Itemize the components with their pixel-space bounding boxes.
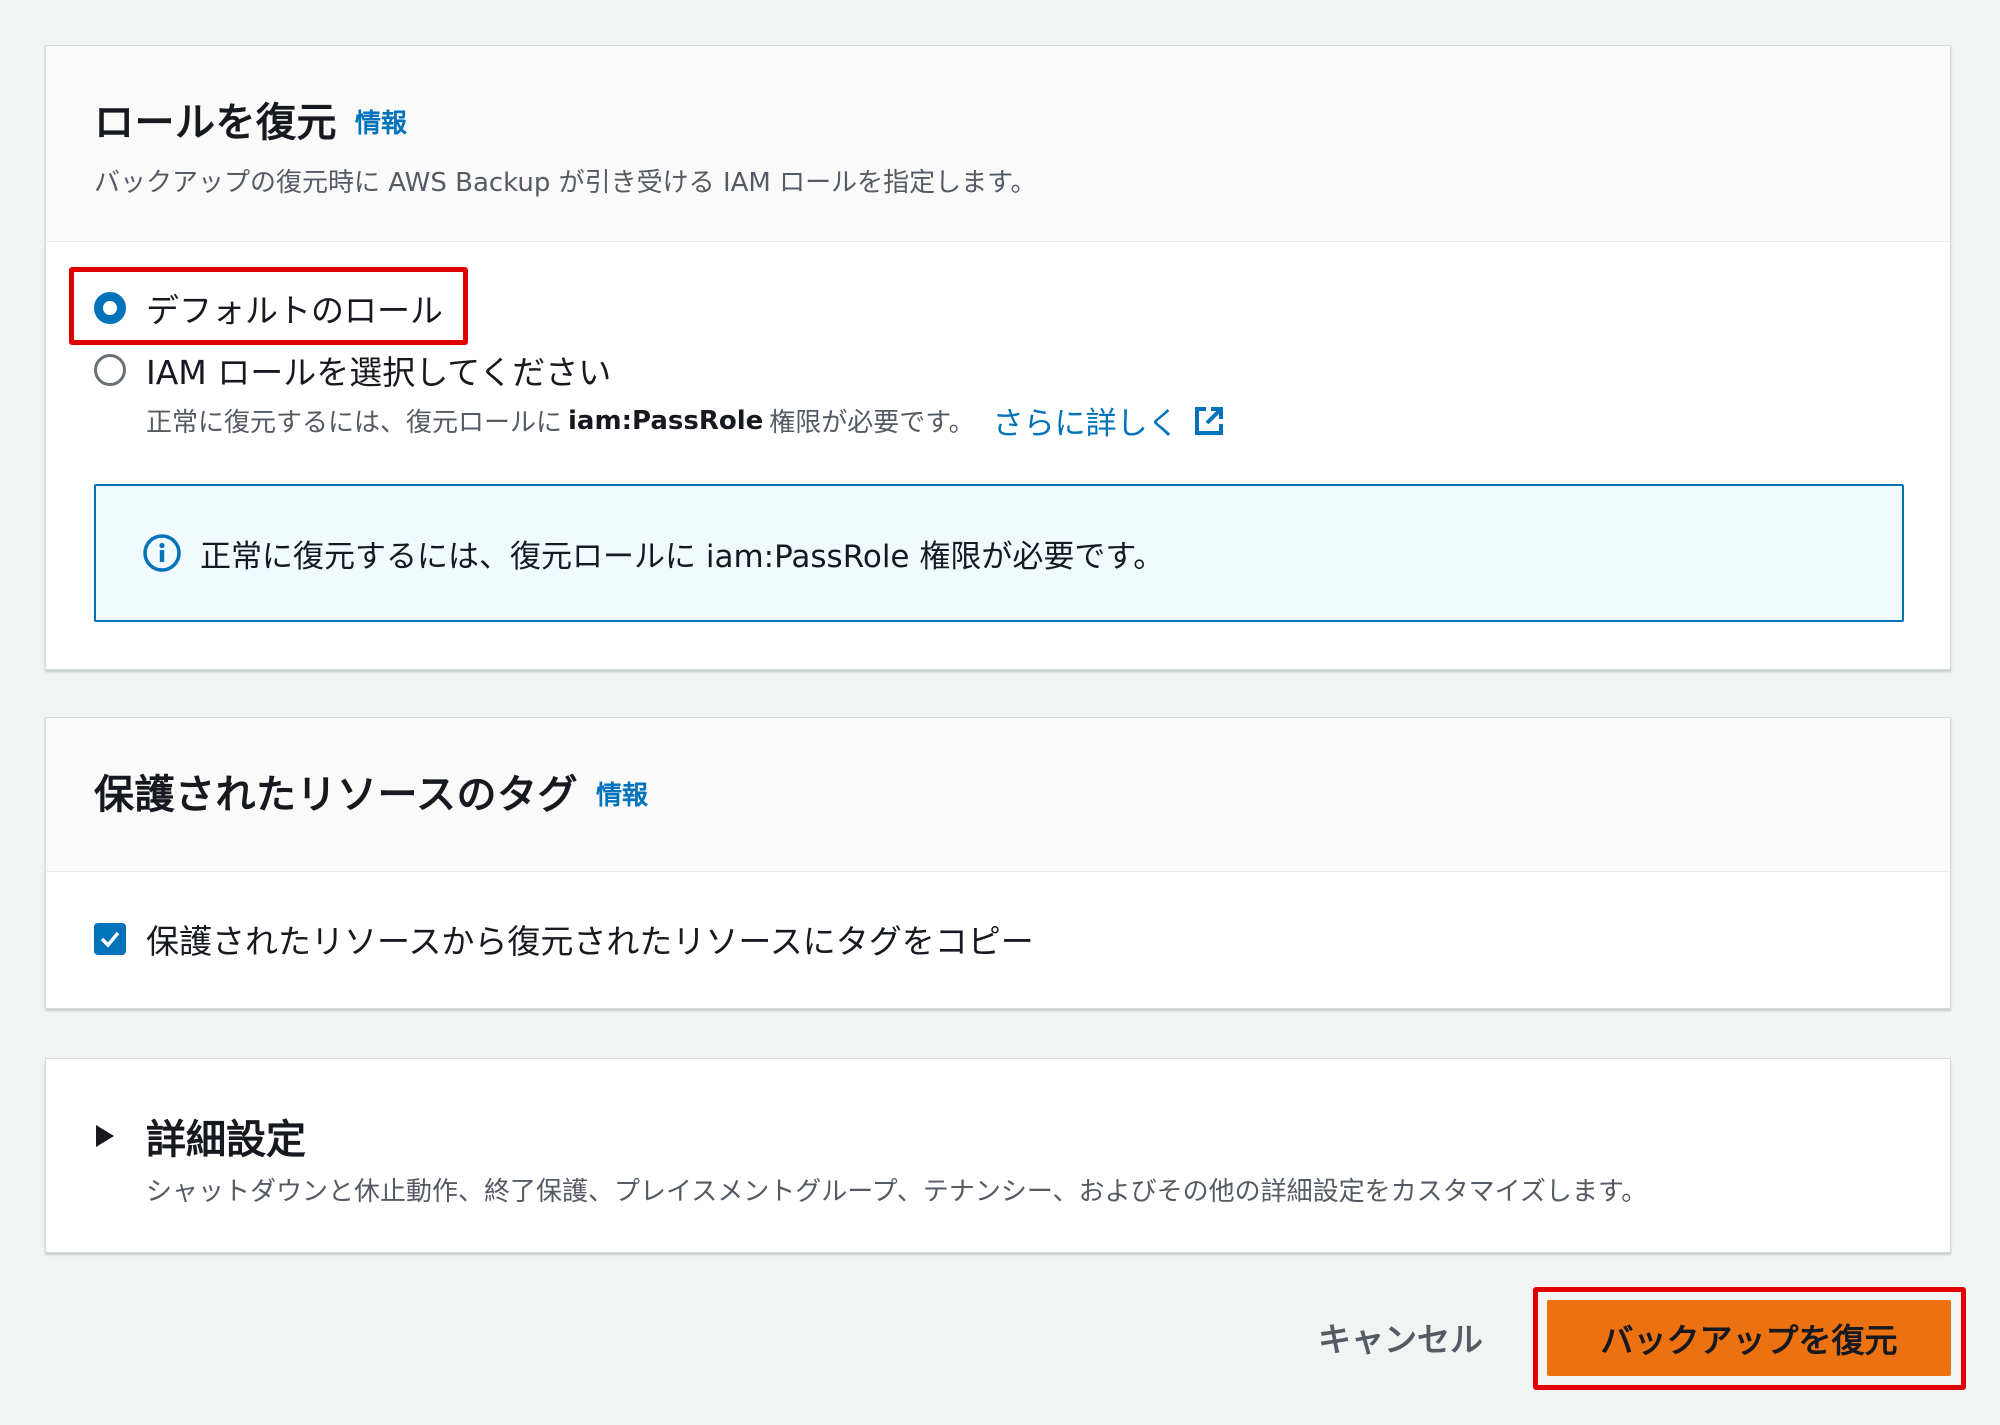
learn-more-link[interactable]: さらに詳しく xyxy=(993,398,1227,443)
radio-default-role-label: デフォルトのロール xyxy=(146,291,443,330)
restore-role-info-link[interactable]: 情報 xyxy=(355,103,407,140)
restore-role-panel: ロールを復元 情報 バックアップの復元時に AWS Backup が引き受ける I… xyxy=(45,45,1951,670)
hint-prefix: 正常に復元するには、復元ロールに xyxy=(146,408,563,438)
restore-backup-button[interactable]: バックアップを復元 xyxy=(1547,1300,1951,1376)
resource-tags-title: 保護されたリソースのタグ xyxy=(94,772,578,818)
hint-suffix: 権限が必要です。 xyxy=(769,408,975,438)
advanced-settings-toggle[interactable]: 詳細設定 xyxy=(94,1107,306,1165)
hint-code: iam:PassRole xyxy=(568,405,764,436)
passrole-info-alert: 正常に復元するには、復元ロールに iam:PassRole 権限が必要です。 xyxy=(94,484,1904,622)
checkmark-icon xyxy=(100,931,120,948)
resource-tags-panel: 保護されたリソースのタグ 情報 保護されたリソースから復元されたリソースにタグをコ… xyxy=(45,717,1951,1009)
advanced-settings-panel: 詳細設定 シャットダウンと休止動作、終了保護、プレイスメントグループ、テナンシー… xyxy=(45,1058,1951,1253)
restore-role-header: ロールを復元 情報 バックアップの復元時に AWS Backup が引き受ける I… xyxy=(46,46,1950,242)
radio-choose-iam-role[interactable]: IAM ロールを選択してください xyxy=(94,346,611,394)
copy-tags-option[interactable]: 保護されたリソースから復元されたリソースにタグをコピー xyxy=(94,915,1034,963)
external-link-icon xyxy=(1194,406,1223,435)
resource-tags-header: 保護されたリソースのタグ 情報 xyxy=(46,718,1950,872)
copy-tags-checkbox[interactable] xyxy=(94,923,126,955)
radio-choose-iam-role-indicator[interactable] xyxy=(94,354,126,386)
resource-tags-info-link[interactable]: 情報 xyxy=(596,775,648,812)
iam-role-hint: 正常に復元するには、復元ロールに iam:PassRole 権限が必要です。 さ… xyxy=(146,398,1227,443)
learn-more-label: さらに詳しく xyxy=(992,406,1179,442)
alert-text: 正常に復元するには、復元ロールに iam:PassRole 権限が必要です。 xyxy=(200,538,1165,575)
advanced-settings-description: シャットダウンと休止動作、終了保護、プレイスメントグループ、テナンシー、およびそ… xyxy=(146,1177,1648,1207)
copy-tags-label: 保護されたリソースから復元されたリソースにタグをコピー xyxy=(146,922,1034,961)
radio-default-role-indicator[interactable] xyxy=(94,292,126,324)
info-icon xyxy=(143,534,181,572)
caret-right-icon xyxy=(96,1125,114,1147)
restore-backup-page: ロールを復元 情報 バックアップの復元時に AWS Backup が引き受ける I… xyxy=(0,0,2000,1425)
radio-choose-iam-role-label: IAM ロールを選択してください xyxy=(146,353,612,392)
restore-role-description: バックアップの復元時に AWS Backup が引き受ける IAM ロールを指定… xyxy=(94,168,1037,198)
advanced-settings-title: 詳細設定 xyxy=(146,1117,306,1163)
restore-role-title: ロールを復元 xyxy=(94,100,337,146)
radio-default-role[interactable]: デフォルトのロール xyxy=(94,284,443,332)
cancel-button[interactable]: キャンセル xyxy=(1318,1310,1483,1364)
